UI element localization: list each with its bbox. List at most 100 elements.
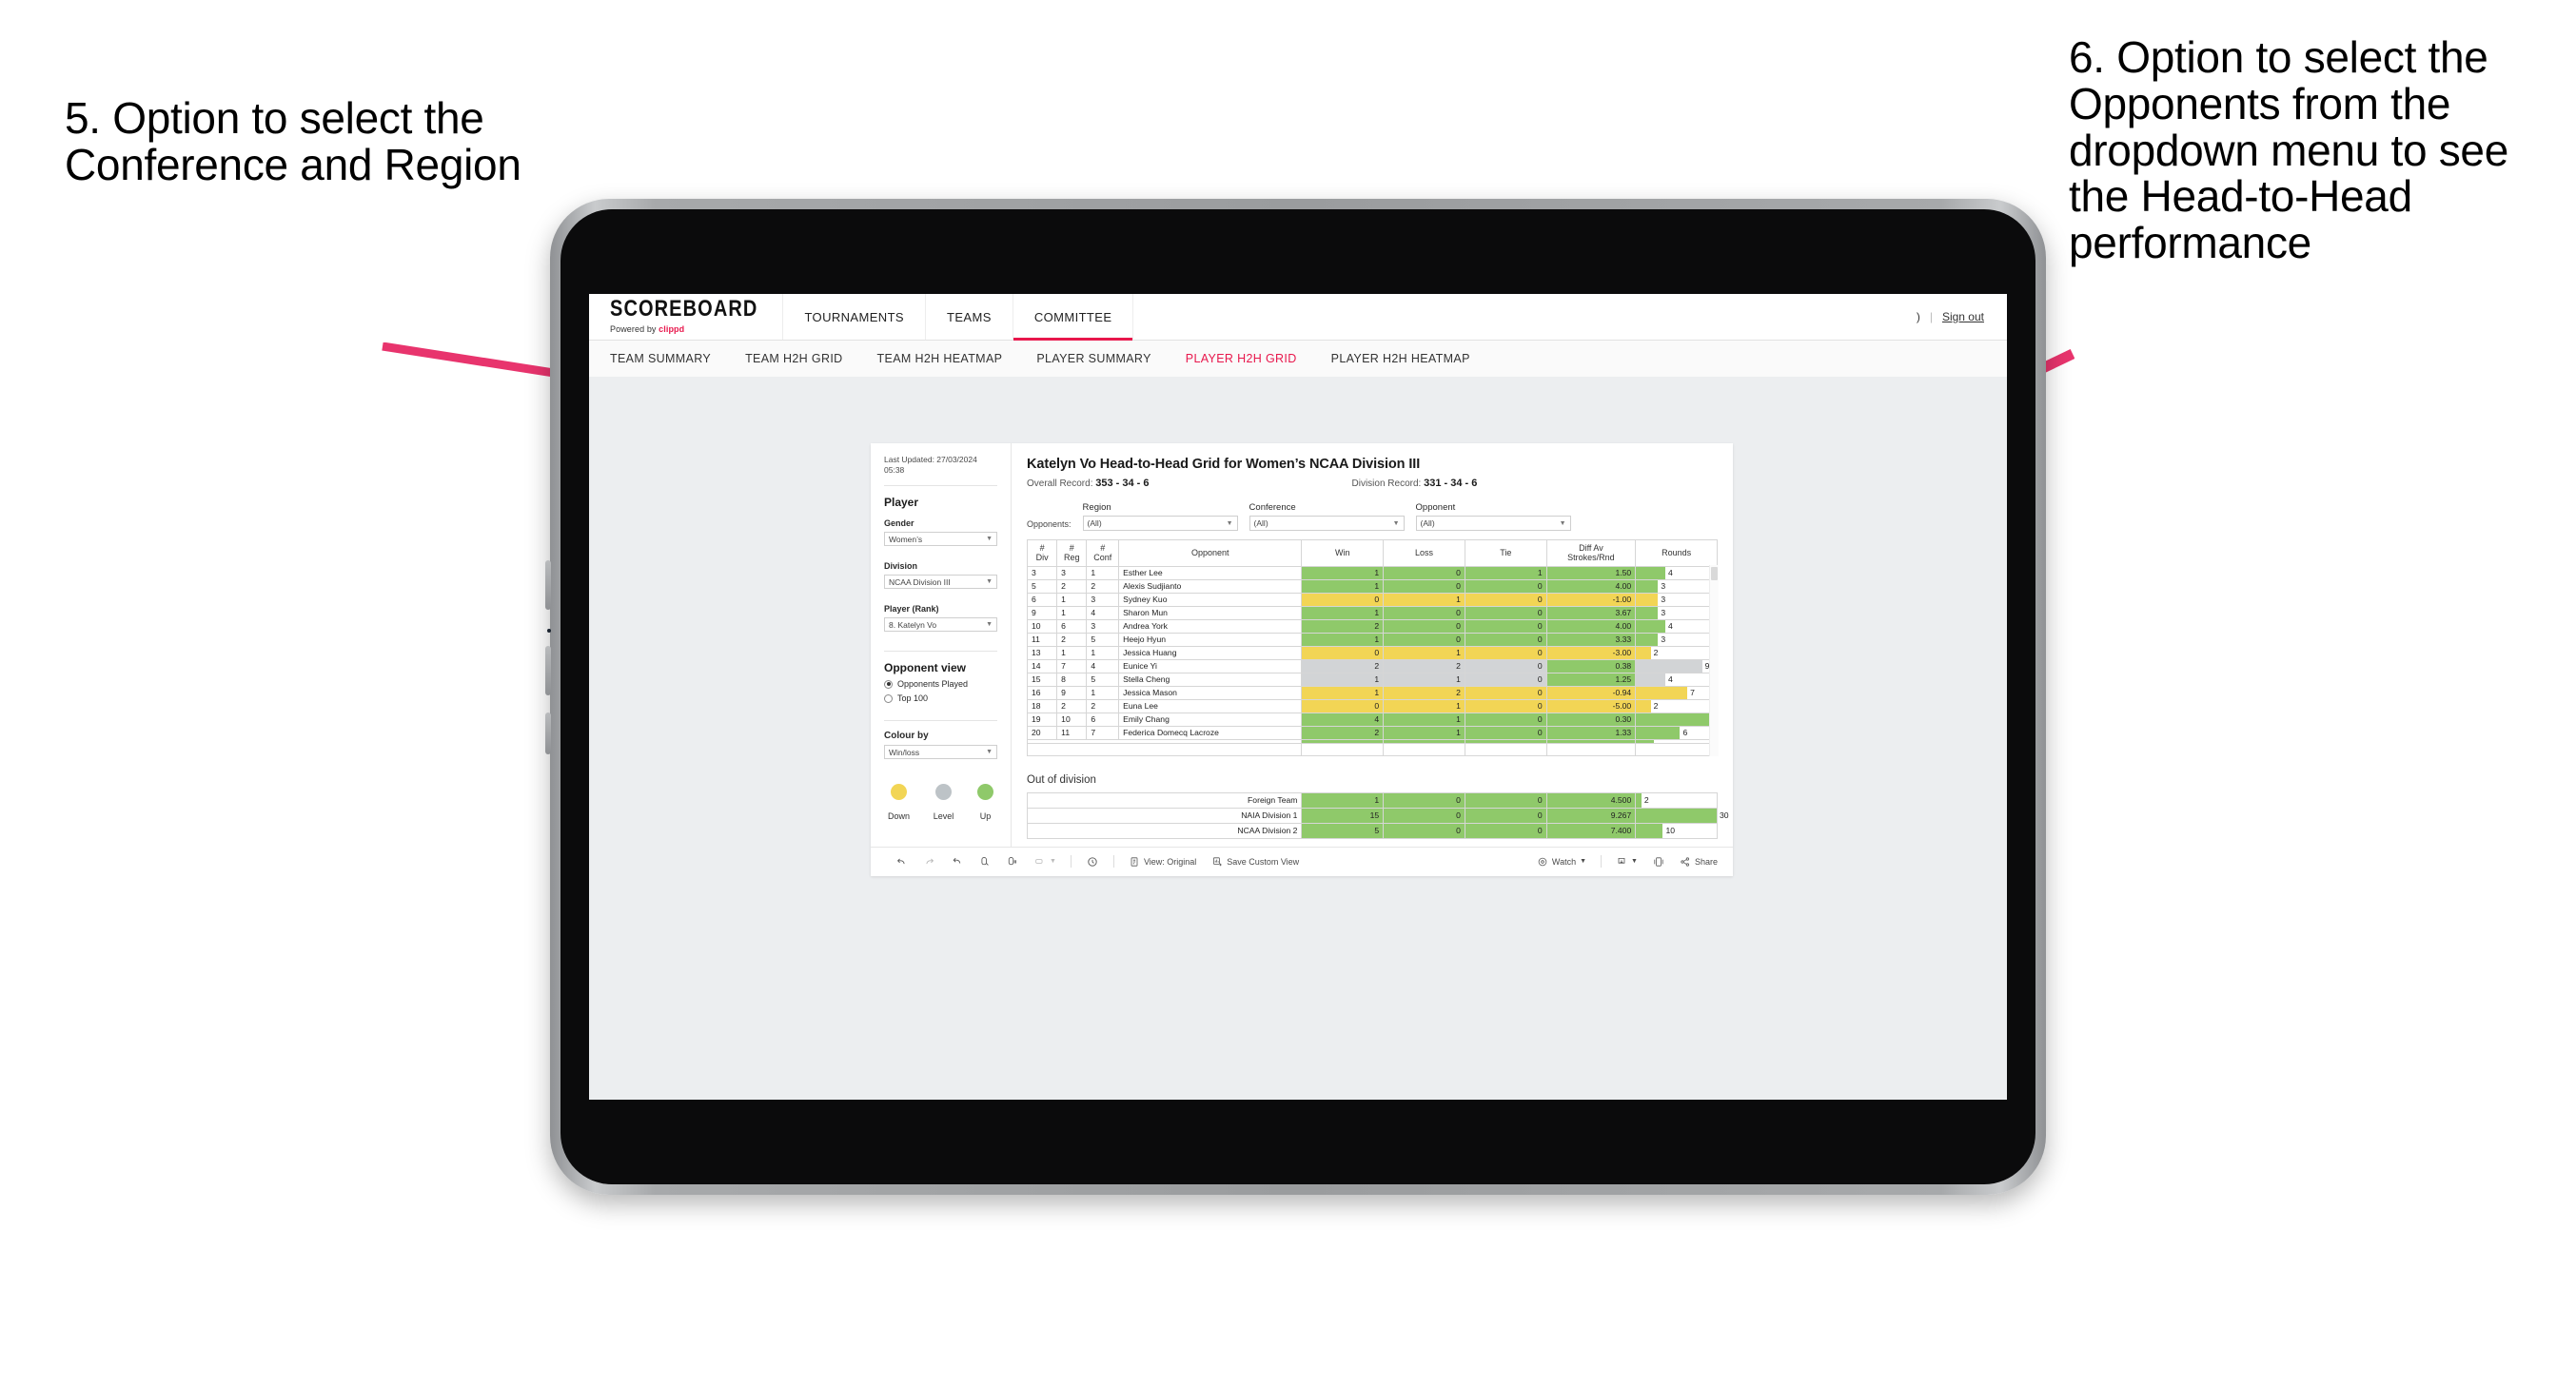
cell-win: 0 [1301, 645, 1385, 660]
conference-select[interactable]: (All) ▼ [1249, 516, 1405, 531]
cell-reg: 7 [1056, 658, 1088, 673]
table-row[interactable]: 11 2 5 Heejo Hyun 1 0 0 3.33 3 [1026, 632, 1718, 647]
cell-diff: 4.00 [1545, 578, 1637, 594]
table-row[interactable]: 20 11 7 Federica Domecq Lacroze 2 1 0 1.33 6 [1026, 725, 1718, 740]
table-row[interactable]: 18 2 2 Euna Lee 0 1 0 -5.00 2 [1026, 698, 1718, 713]
cell-conf: 1 [1086, 645, 1120, 660]
table-row[interactable]: 19106Emily Chang4100.3011 [1026, 712, 1718, 727]
pause-refresh-button[interactable] [998, 855, 1026, 868]
download-button[interactable]: ▼ [1608, 856, 1645, 868]
table-row[interactable]: 15 8 5 Stella Cheng 1 1 0 1.25 4 [1026, 672, 1718, 687]
table-scrollbar[interactable] [1709, 565, 1719, 756]
sub-tab-player-summary[interactable]: PLAYER SUMMARY [1036, 352, 1150, 365]
cell-diff: 9.267 [1545, 807, 1637, 824]
colour-legend: Down Level Up [884, 784, 997, 821]
cell-reg: 9 [1056, 685, 1088, 700]
player-rank-value: 8. Katelyn Vo [889, 619, 937, 630]
table-row[interactable]: 10 6 3 Andrea York 2 0 0 4.00 4 [1026, 618, 1718, 634]
sub-tab-team-h2h-heatmap[interactable]: TEAM H2H HEATMAP [877, 352, 1003, 365]
gender-value: Women’s [889, 534, 923, 544]
cell-rounds: 3 [1635, 605, 1718, 620]
gender-select[interactable]: Women’s ▼ [884, 532, 997, 547]
sub-tab-player-h2h-grid[interactable]: PLAYER H2H GRID [1186, 352, 1297, 365]
device-layout-button[interactable] [1645, 856, 1672, 868]
sub-tab-team-summary[interactable]: TEAM SUMMARY [610, 352, 711, 365]
front-camera-dot [547, 629, 551, 633]
overall-record-value: 353 - 34 - 6 [1095, 478, 1150, 489]
division-select[interactable]: NCAA Division III ▼ [884, 575, 997, 590]
nav-tab-teams[interactable]: TEAMS [926, 294, 1013, 340]
cell-win: 2 [1301, 658, 1385, 673]
cell-div: 14 [1026, 658, 1058, 673]
sub-tab-team-h2h-grid[interactable]: TEAM H2H GRID [745, 352, 842, 365]
colour-by-select[interactable]: Win/loss ▼ [884, 745, 997, 760]
table-row[interactable]: 3 3 1 Esther Lee 1 0 1 1.50 4 [1026, 565, 1718, 580]
opponent-select[interactable]: (All) ▼ [1415, 516, 1571, 531]
table-row[interactable]: NCAA Division 2 5 0 0 7.400 10 [1026, 822, 1718, 839]
refresh-data-button[interactable] [971, 855, 998, 868]
rounds-value: 2 [1653, 647, 1659, 657]
redo-icon [926, 858, 934, 865]
division-value: NCAA Division III [889, 576, 951, 587]
highlight-button[interactable]: ▼ [1026, 855, 1064, 868]
volume-up-button[interactable] [545, 560, 551, 610]
division-record-value: 331 - 34 - 6 [1424, 478, 1478, 489]
radio-label: Top 100 [897, 693, 929, 704]
table-row[interactable]: Foreign Team 1 0 0 4.500 2 [1026, 791, 1718, 809]
cell-reg: 1 [1056, 645, 1088, 660]
radio-opponents-played[interactable]: Opponents Played [884, 679, 997, 689]
conference-label: Conference [1249, 502, 1296, 513]
radio-label: Opponents Played [897, 679, 969, 690]
nav-tab-committee[interactable]: COMMITTEE [1013, 294, 1134, 341]
revert-button[interactable] [943, 855, 971, 868]
undo-button[interactable] [888, 855, 915, 868]
view-original-button[interactable]: View: Original [1121, 856, 1204, 868]
cell-div: 3 [1026, 565, 1058, 580]
brand-logo[interactable]: SCOREBOARD Powered by clippd [589, 294, 784, 340]
scrollbar-thumb[interactable] [1711, 567, 1718, 580]
watch-button[interactable]: Watch ▼ [1529, 856, 1594, 868]
cell-loss: 1 [1383, 698, 1465, 713]
cell-conf: 2 [1086, 698, 1120, 713]
cell-tie: 0 [1464, 618, 1547, 634]
cell-tie: 0 [1464, 685, 1547, 700]
cell-diff: 3.67 [1545, 605, 1637, 620]
table-row[interactable]: 16 9 1 Jessica Mason 1 2 0 -0.94 7 [1026, 685, 1718, 700]
history-button[interactable] [1078, 855, 1107, 869]
workspace: Last Updated: 27/03/2024 05:38 Player Ge… [589, 377, 2007, 1100]
nav-tab-tournaments[interactable]: TOURNAMENTS [783, 294, 927, 340]
cell-opponent: Heejo Hyun [1118, 632, 1303, 647]
share-button[interactable]: Share [1672, 856, 1733, 868]
legend-item-level: Level [934, 784, 954, 821]
table-row[interactable]: 13 1 1 Jessica Huang 0 1 0 -3.00 2 [1026, 645, 1718, 660]
table-row[interactable]: 14 7 4 Eunice Yi 2 2 0 0.38 9 [1026, 658, 1718, 673]
cell-reg: 2 [1056, 578, 1088, 594]
power-button[interactable] [545, 713, 551, 754]
cell-label: NCAA Division 2 [1026, 822, 1303, 839]
table-row[interactable]: 9 1 4 Sharon Mun 1 0 0 3.67 3 [1026, 605, 1718, 620]
table-row[interactable]: 6 1 3 Sydney Kuo 0 1 0 -1.00 3 [1026, 592, 1718, 607]
table-row[interactable]: 5 2 2 Alexis Sudjianto 1 0 0 4.00 3 [1026, 578, 1718, 594]
cell-win: 1 [1301, 605, 1385, 620]
rounds-value: 2 [1643, 794, 1649, 805]
filter-sidebar: Last Updated: 27/03/2024 05:38 Player Ge… [871, 443, 1012, 847]
table-row[interactable]: NAIA Division 1 15 0 0 9.267 30 [1026, 807, 1729, 824]
cell-rounds: 3 [1635, 578, 1718, 594]
h2h-grid-head: # Div # Reg # Conf Opponent Win Loss Tie Di… [1026, 539, 1718, 567]
app-sub-nav: TEAM SUMMARY TEAM H2H GRID TEAM H2H HEAT… [589, 341, 2007, 378]
region-select[interactable]: (All) ▼ [1082, 516, 1238, 531]
radio-top-100[interactable]: Top 100 [884, 693, 997, 703]
divider [1112, 855, 1114, 869]
redo-button[interactable] [915, 855, 943, 868]
rounds-bar [1636, 647, 1651, 659]
sub-tab-player-h2h-heatmap[interactable]: PLAYER H2H HEATMAP [1331, 352, 1470, 365]
player-rank-select[interactable]: 8. Katelyn Vo ▼ [884, 617, 997, 633]
save-custom-view-button[interactable]: Save Custom View [1204, 856, 1307, 868]
volume-down-button[interactable] [545, 646, 551, 695]
cell-win: 1 [1301, 685, 1385, 700]
sign-out-link[interactable]: Sign out [1942, 310, 1984, 323]
cell-win: 1 [1301, 672, 1385, 687]
rounds-bar [1636, 687, 1688, 699]
